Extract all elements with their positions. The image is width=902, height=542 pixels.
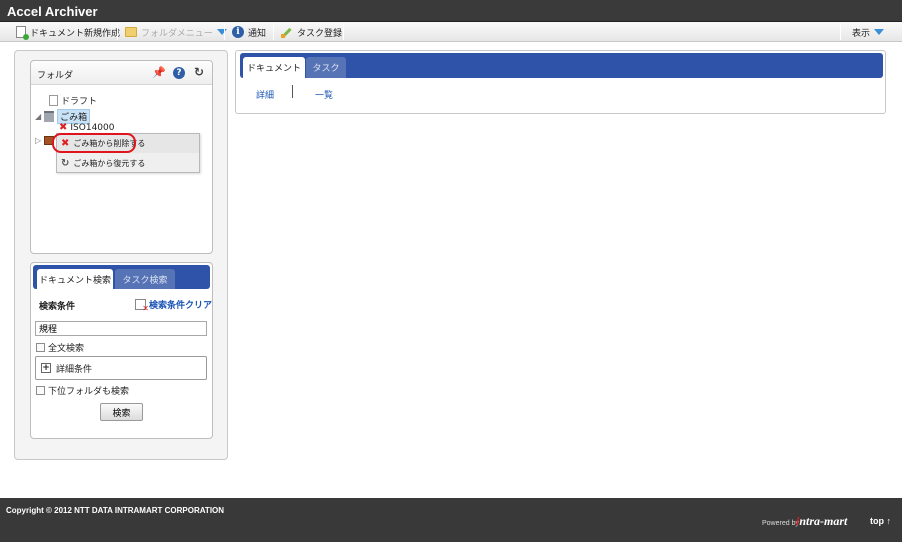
fulltext-checkbox[interactable]: 全文検索 — [36, 341, 84, 354]
task-register-label: タスク登録 — [297, 28, 343, 39]
subfolder-checkbox[interactable]: 下位フォルダも検索 — [36, 384, 129, 397]
brand-logo: intra-mart — [796, 514, 848, 528]
toolbar-separator — [224, 24, 225, 40]
search-panel: ドキュメント検索 タスク検索 検索条件 検索条件クリア 全文検索 + 詳細条件 … — [30, 262, 213, 439]
tree-node-label: ドラフト — [61, 97, 98, 107]
collapsed-arrow-icon[interactable]: ▷ — [35, 136, 41, 145]
toolbar-separator — [117, 24, 118, 40]
clear-icon — [135, 299, 149, 313]
title-bar: Accel Archiver — [0, 0, 902, 22]
tab-task-search[interactable]: タスク検索 — [115, 269, 175, 289]
display-menu-button[interactable]: 表示 — [852, 22, 885, 42]
link-separator — [292, 85, 293, 98]
task-icon — [281, 26, 293, 38]
subfolder-label: 下位フォルダも検索 — [48, 387, 130, 397]
list-view-link[interactable]: 一覧 — [315, 88, 333, 101]
chevron-down-icon — [216, 29, 227, 35]
expand-plus-icon: + — [41, 362, 51, 373]
expanded-arrow-icon[interactable]: ◢ — [35, 112, 41, 121]
restore-icon: ↻ — [61, 158, 70, 169]
new-document-label: ドキュメント新規作成 — [30, 28, 121, 39]
detail-conditions-label: 詳細条件 — [56, 364, 93, 375]
tab-document[interactable]: ドキュメント — [243, 57, 305, 78]
tree-node-draft[interactable]: ドラフト — [49, 94, 97, 107]
task-register-button[interactable]: タスク登録 — [281, 22, 342, 42]
highlight-annotation — [52, 133, 136, 153]
toolbar-separator — [273, 24, 274, 40]
folder-menu-button[interactable]: フォルダメニュー — [125, 22, 227, 42]
search-condition-label: 検索条件 — [39, 302, 76, 312]
display-label: 表示 — [852, 28, 871, 39]
notification-label: 通知 — [248, 28, 267, 39]
toolbar-separator — [343, 24, 344, 40]
tree-node-iso14000[interactable]: ✖ ISO14000 — [59, 122, 114, 133]
info-icon: i — [232, 26, 244, 38]
tree-node-label: ISO14000 — [70, 122, 115, 133]
document-icon — [49, 95, 58, 106]
new-document-icon — [16, 26, 29, 40]
toolbar: ドキュメント新規作成 フォルダメニュー i 通知 タスク登録 表示 — [0, 22, 902, 42]
detail-conditions-toggle[interactable]: + 詳細条件 — [35, 356, 207, 380]
refresh-icon[interactable]: ↻ — [194, 65, 204, 79]
help-icon[interactable]: ? — [173, 67, 185, 79]
trash-icon — [44, 111, 55, 122]
folder-menu-label: フォルダメニュー — [141, 28, 213, 39]
search-tab-bar: ドキュメント検索 タスク検索 — [33, 265, 210, 289]
folder-panel-title: フォルダ — [37, 71, 74, 81]
pin-icon[interactable]: 📌 — [152, 67, 166, 78]
app-title: Accel Archiver — [7, 4, 98, 19]
copyright-text: Copyright © 2012 NTT DATA INTRAMART CORP… — [6, 506, 225, 515]
new-document-button[interactable]: ドキュメント新規作成 — [16, 22, 120, 42]
back-to-top-link[interactable]: top ↑ — [870, 516, 891, 526]
footer: Copyright © 2012 NTT DATA INTRAMART CORP… — [0, 498, 902, 542]
folder-panel-header: フォルダ 📌 ? ↻ — [31, 61, 212, 85]
restore-from-trash-menu-item[interactable]: ↻ ごみ箱から復元する — [57, 154, 199, 173]
notification-button[interactable]: i 通知 — [232, 22, 266, 42]
folder-icon — [125, 27, 137, 37]
chevron-down-icon — [874, 29, 885, 35]
clear-conditions-link[interactable]: 検索条件クリア — [135, 298, 213, 313]
powered-by-text: Powered by — [762, 520, 799, 527]
keyword-input[interactable] — [35, 321, 207, 336]
checkbox-box[interactable] — [36, 386, 45, 395]
main-panel: ドキュメント タスク 詳細 一覧 — [235, 50, 886, 114]
main-tab-bar: ドキュメント タスク — [240, 53, 883, 78]
toolbar-separator — [840, 24, 841, 40]
fulltext-label: 全文検索 — [48, 344, 85, 354]
tab-document-search[interactable]: ドキュメント検索 — [37, 269, 113, 289]
search-button[interactable]: 検索 — [100, 403, 143, 421]
detail-view-link[interactable]: 詳細 — [256, 88, 274, 101]
tab-task[interactable]: タスク — [306, 57, 346, 78]
checkbox-box[interactable] — [36, 343, 45, 352]
clear-conditions-label: 検索条件クリア — [149, 301, 213, 311]
deleted-item-icon: ✖ — [59, 122, 68, 133]
menu-item-label: ごみ箱から復元する — [73, 159, 146, 168]
